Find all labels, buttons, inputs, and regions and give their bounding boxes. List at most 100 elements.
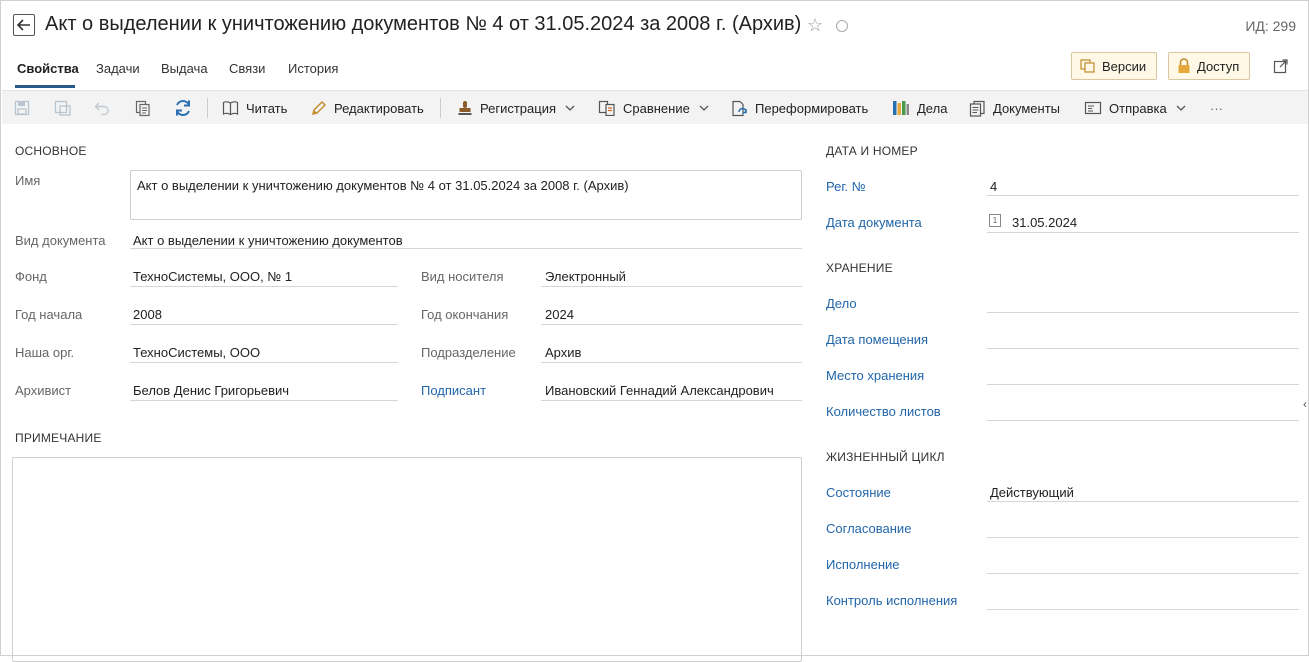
execution-label[interactable]: Исполнение: [826, 557, 900, 572]
copy-icon[interactable]: [135, 91, 151, 125]
status-circle-icon[interactable]: [836, 20, 848, 32]
field-underline: [130, 362, 398, 363]
send-label: Отправка: [1109, 100, 1167, 116]
registration-dropdown[interactable]: Регистрация: [457, 91, 575, 125]
chevron-down-icon: [699, 105, 709, 111]
tab-properties[interactable]: Свойства: [17, 61, 79, 76]
refresh-icon[interactable]: [174, 91, 192, 125]
signer-field[interactable]: Ивановский Геннадий Александрович: [545, 383, 774, 398]
section-lifecycle-title: ЖИЗНЕННЫЙ ЦИКЛ: [826, 450, 945, 464]
chevron-down-icon: [565, 105, 575, 111]
doc-type-field[interactable]: Акт о выделении к уничтожению документов: [133, 233, 403, 248]
field-underline: [130, 248, 802, 249]
field-underline: [987, 195, 1299, 196]
archivist-field[interactable]: Белов Денис Григорьевич: [133, 383, 289, 398]
mail-icon: [1084, 101, 1102, 115]
lock-icon: [1178, 58, 1190, 73]
year-end-label: Год окончания: [421, 307, 509, 322]
fund-label: Фонд: [15, 269, 47, 284]
fund-field[interactable]: ТехноСистемы, ООО, № 1: [133, 269, 292, 284]
more-button[interactable]: ···: [1210, 91, 1223, 125]
read-label: Читать: [246, 100, 288, 116]
field-underline: [130, 286, 398, 287]
send-dropdown[interactable]: Отправка: [1084, 91, 1186, 125]
storage-place-label[interactable]: Место хранения: [826, 368, 924, 383]
access-button[interactable]: Доступ: [1168, 52, 1251, 80]
edit-label: Редактировать: [334, 100, 424, 116]
versions-button[interactable]: Версии: [1071, 52, 1158, 80]
reform-label: Переформировать: [755, 100, 869, 116]
execution-field[interactable]: [987, 573, 1299, 574]
field-underline: [987, 232, 1299, 233]
section-date-number-title: ДАТА И НОМЕР: [826, 144, 918, 158]
dept-field[interactable]: Архив: [545, 345, 581, 360]
note-textarea[interactable]: [12, 457, 802, 662]
toolbar-separator: [207, 98, 208, 118]
compare-icon: [598, 100, 615, 116]
carrier-field[interactable]: Электронный: [545, 269, 626, 284]
storage-place-field[interactable]: [987, 384, 1299, 385]
field-underline: [541, 400, 802, 401]
save-icon[interactable]: [14, 91, 30, 125]
undo-icon[interactable]: [94, 91, 110, 125]
book-icon: [222, 101, 239, 116]
compare-label: Сравнение: [623, 100, 690, 116]
signer-link[interactable]: Подписант: [421, 383, 486, 398]
execution-control-field[interactable]: [987, 609, 1299, 610]
placement-date-label[interactable]: Дата помещения: [826, 332, 928, 347]
year-start-label: Год начала: [15, 307, 83, 322]
tab-links[interactable]: Связи: [229, 61, 265, 76]
tab-history[interactable]: История: [288, 61, 338, 76]
collapse-panel-icon[interactable]: ‹: [1303, 397, 1307, 411]
documents-label: Документы: [993, 100, 1061, 116]
tab-issue[interactable]: Выдача: [161, 61, 208, 76]
versions-icon: [1080, 59, 1095, 73]
case-label[interactable]: Дело: [826, 296, 857, 311]
chevron-down-icon: [1176, 105, 1186, 111]
reform-button[interactable]: Переформировать: [731, 91, 868, 125]
cases-label: Дела: [917, 100, 948, 116]
case-field[interactable]: [987, 312, 1299, 313]
documents-button[interactable]: Документы: [969, 91, 1060, 125]
year-start-field[interactable]: 2008: [133, 307, 162, 322]
cases-button[interactable]: Дела: [892, 91, 947, 125]
name-label: Имя: [15, 173, 41, 188]
field-underline: [541, 362, 802, 363]
carrier-label: Вид носителя: [421, 269, 504, 284]
favorite-star-icon[interactable]: ☆: [807, 15, 823, 36]
document-id: ИД: 299: [1245, 18, 1296, 34]
approval-label[interactable]: Согласование: [826, 521, 911, 536]
section-note-title: ПРИМЕЧАНИЕ: [15, 431, 102, 445]
approval-field[interactable]: [987, 537, 1299, 538]
toolbar-separator: [440, 98, 441, 118]
reg-number-field[interactable]: 4: [990, 179, 997, 194]
sheets-count-label[interactable]: Количество листов: [826, 404, 941, 419]
section-main-title: ОСНОВНОЕ: [15, 144, 87, 158]
state-field[interactable]: Действующий: [990, 485, 1074, 500]
field-underline: [987, 501, 1299, 502]
org-field[interactable]: ТехноСистемы, ООО: [133, 345, 260, 360]
stamp-icon: [458, 101, 472, 115]
execution-control-label[interactable]: Контроль исполнения: [826, 593, 957, 608]
doc-date-label[interactable]: Дата документа: [826, 215, 922, 230]
save-and-close-icon[interactable]: [54, 91, 72, 125]
calendar-icon[interactable]: 1: [989, 214, 1001, 227]
read-button[interactable]: Читать: [222, 91, 287, 125]
reg-number-label[interactable]: Рег. №: [826, 179, 866, 194]
field-underline: [541, 324, 802, 325]
doc-date-field[interactable]: 31.05.2024: [1012, 215, 1077, 230]
back-button[interactable]: [13, 14, 35, 36]
year-end-field[interactable]: 2024: [545, 307, 574, 322]
state-label[interactable]: Состояние: [826, 485, 891, 500]
active-tab-indicator: [15, 85, 75, 88]
edit-button[interactable]: Редактировать: [311, 91, 424, 125]
section-storage-title: ХРАНЕНИЕ: [826, 261, 893, 275]
compare-dropdown[interactable]: Сравнение: [598, 91, 709, 125]
name-field[interactable]: Акт о выделении к уничтожению документов…: [130, 170, 802, 220]
tab-tasks[interactable]: Задачи: [96, 61, 140, 76]
placement-date-field[interactable]: [987, 348, 1299, 349]
field-underline: [130, 400, 398, 401]
sheets-count-field[interactable]: [987, 420, 1299, 421]
folders-icon: [893, 101, 909, 115]
open-in-new-window-icon[interactable]: [1273, 58, 1289, 77]
